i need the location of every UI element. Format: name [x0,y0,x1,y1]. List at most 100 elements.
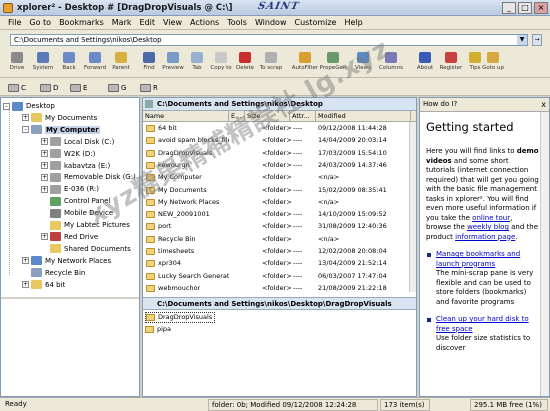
tree-item[interactable]: + W2K (D:) [41,148,95,160]
file-row[interactable]: Lucky Search Generat... <folder> ---- 06/03… [143,271,411,282]
file-row[interactable]: 64 bit <folder> ---- 09/12/2008 11:44:28 [143,123,411,134]
expand-toggle-icon[interactable]: + [41,173,48,181]
menu-mark[interactable]: Mark [108,18,136,27]
toolbar-button-parent-folder[interactable]: Parent [108,52,134,76]
menu-window[interactable]: Window [251,18,291,27]
drive-button-g[interactable]: G [108,82,126,93]
tree-item[interactable]: + kabavtza (E:) [41,160,110,172]
expand-toggle-icon[interactable]: + [41,150,48,158]
tree-item[interactable]: Recycle Bin [22,267,85,279]
file-row[interactable]: NEW_20091001 <folder> ---- 14/10/2009 15:09… [143,209,411,220]
column-size[interactable]: Size [245,111,290,122]
menu-bookmarks[interactable]: Bookmarks [55,18,108,27]
file-row[interactable]: avoid spam blocks_files <folder> ---- 14/04… [143,135,411,146]
drive-button-d[interactable]: D [40,82,58,93]
toolbar-button-goto-up[interactable]: Goto up [480,52,506,76]
file-row[interactable]: kewourgn <folder> ---- 24/03/2009 14:37:46 [143,160,411,171]
menu-go-to[interactable]: Go to [25,18,55,27]
maximize-button[interactable]: □ [518,2,532,14]
expand-toggle-icon[interactable]: - [3,102,10,110]
menu-customize[interactable]: Customize [290,18,340,27]
tree-item[interactable]: +64 bit [22,279,65,291]
expand-toggle-icon[interactable]: + [41,185,48,193]
menu-view[interactable]: View [159,18,186,27]
toolbar-button-register[interactable]: Register [438,52,464,76]
tree-item[interactable]: - Desktop [3,100,55,112]
folder-nav-icon[interactable] [145,100,153,108]
folder-tree-pane[interactable]: - Desktop + My Documents - My Computer + Local … [0,97,140,397]
toolbar-button-copy[interactable]: Copy to [208,52,234,76]
toolbar-button-forward-arrow[interactable]: Forward [82,52,108,76]
expand-toggle-icon[interactable]: + [22,257,29,265]
expand-toggle-icon[interactable]: + [41,138,48,146]
toolbar-button-system[interactable]: System [30,52,56,76]
menu-actions[interactable]: Actions [186,18,223,27]
tree-item[interactable]: Shared Documents [41,243,131,255]
tree-item[interactable]: + My Documents [22,112,97,124]
toolbar-button-back-arrow[interactable]: Back [56,52,82,76]
drive-button-e[interactable]: E [70,82,87,93]
tree-item[interactable]: + Local Disk (C:) [41,136,114,148]
column-name[interactable]: Name [143,111,229,122]
app-icon[interactable] [3,3,13,13]
minimize-button[interactable]: _ [502,2,516,14]
menu-file[interactable]: File [4,18,25,27]
tree-item[interactable]: + E-036 (R:) [41,183,99,195]
help-scrollbar[interactable] [540,112,549,396]
tree-item[interactable]: + Red Drive [41,231,98,243]
drive-button-c[interactable]: C [8,82,26,93]
menu-help[interactable]: Help [340,18,366,27]
lower-file-row[interactable]: pipa [145,324,171,335]
weekly-blog-link[interactable]: weekly blog [467,223,509,231]
column-modified[interactable]: Modified [316,111,411,122]
file-row[interactable]: xpr304 <folder> ---- 13/04/2009 21:52:14 [143,258,411,269]
file-list-pane[interactable]: C:\Documents and Settings\nikos\Desktop … [142,97,417,397]
drive-button-r[interactable]: R [140,82,158,93]
toolbar-button-properties[interactable]: PropeGen [320,52,346,76]
toolbar-button-delete[interactable]: Delete [232,52,258,76]
close-icon[interactable]: x [541,98,546,111]
expand-toggle-icon[interactable]: + [41,233,48,241]
information-page-link[interactable]: information page [455,233,515,241]
file-row[interactable]: My Documents <folder> ---- 15/02/2009 08:35… [143,185,411,196]
chevron-down-icon[interactable]: ▼ [517,35,527,45]
tree-item[interactable]: Mobile Device [41,207,113,219]
toolbar-button-about[interactable]: About [412,52,438,76]
menu-tools[interactable]: Tools [223,18,251,27]
file-row[interactable]: port <folder> ---- 31/08/2009 12:40:36 [143,221,411,232]
expand-toggle-icon[interactable]: - [22,126,29,134]
expand-toggle-icon[interactable]: + [22,114,29,122]
toolbar-button-scrap[interactable]: To scrap [258,52,284,76]
address-input[interactable]: C:\Documents and Settings\nikos\Desktop … [10,34,528,46]
expand-toggle-icon[interactable]: + [41,162,48,169]
clean-up-link[interactable]: Clean up your hard disk to free space [436,315,529,333]
toolbar-button-drive[interactable]: Drive [4,52,30,76]
toolbar-button-views[interactable]: Views [350,52,376,76]
manage-bookmarks-link[interactable]: Manage bookmarks and launch programs [436,250,520,268]
expand-toggle-icon[interactable]: + [22,281,29,288]
toolbar-button-find[interactable]: Find [136,52,162,76]
file-row[interactable]: My Network Places <folder> <n/a> [143,197,411,208]
file-row[interactable]: webmouchor <folder> ---- 21/08/2009 21:22:1… [143,283,411,294]
mini-scrap-pane[interactable] [1,297,139,396]
file-row[interactable]: timesheets <folder> ---- 12/02/2008 20:08:0… [143,246,411,257]
tree-item[interactable]: - My Computer [22,124,100,136]
lower-file-row[interactable]: DragDropVisuals [145,312,216,323]
close-button[interactable]: × [534,2,548,14]
column-attr[interactable]: Attr... [290,111,316,122]
online-tour-link[interactable]: online tour [472,214,510,222]
file-row[interactable]: My Computer <folder> <n/a> [143,172,411,183]
go-arrow-icon[interactable]: → [532,34,542,46]
tree-item[interactable]: My Labtec Pictures [41,219,130,231]
tree-item[interactable]: + My Network Places [22,255,111,267]
toolbar-button-filter[interactable]: AutoFilter [292,52,318,76]
toolbar-button-tab[interactable]: Tab [184,52,210,76]
tree-item[interactable]: Control Panel [41,195,110,207]
column-ext[interactable]: E... [229,111,245,122]
file-row[interactable]: Recycle Bin <folder> <n/a> [143,234,411,245]
file-row[interactable]: DragDropVisuals <folder> ---- 17/03/2009 15… [143,148,411,159]
toolbar-button-columns[interactable]: Columns [378,52,404,76]
menu-edit[interactable]: Edit [136,18,160,27]
tree-item[interactable]: + Removable Disk (G:) [41,171,136,183]
toolbar-button-preview[interactable]: Preview [160,52,186,76]
